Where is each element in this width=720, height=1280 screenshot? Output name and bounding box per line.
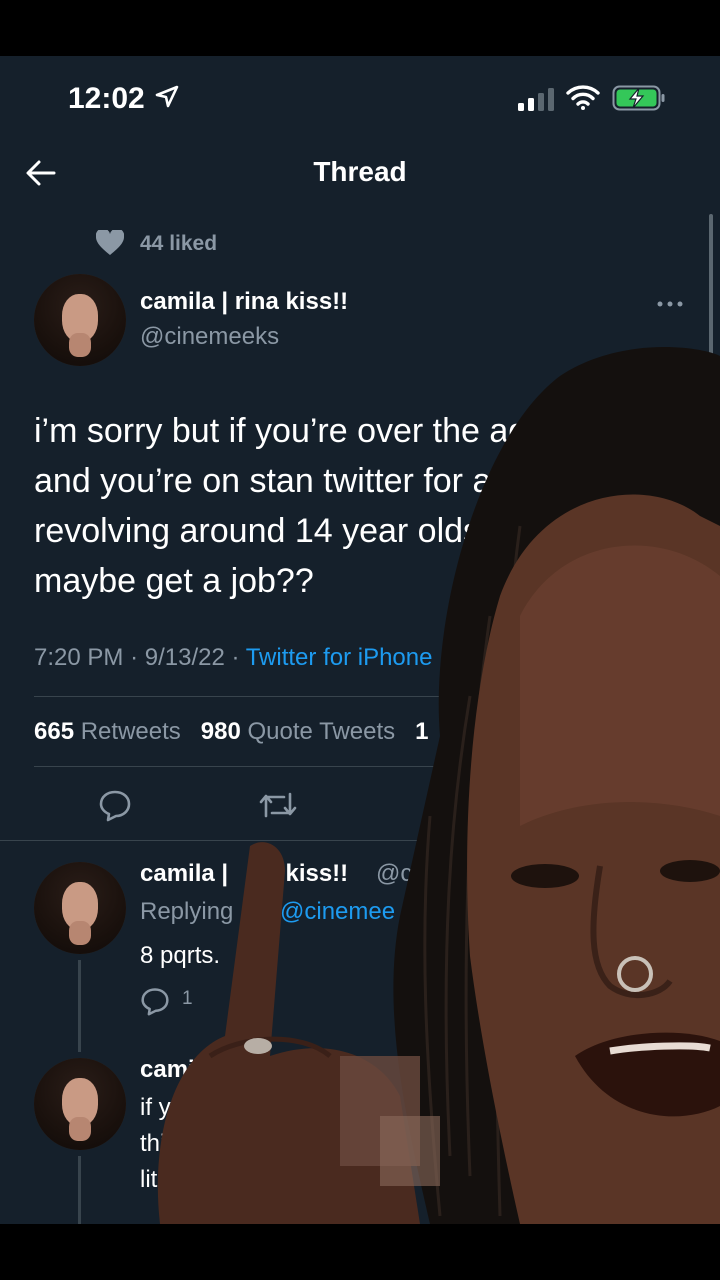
tweet-meta: 7:20 PM · 9/13/22 · Twitter for iPhone — [34, 644, 432, 672]
divider — [0, 840, 720, 841]
thread-connector — [78, 1156, 81, 1224]
author-handle[interactable]: @cinemeeks — [140, 323, 279, 351]
meta-separator: · — [130, 644, 145, 671]
letterbox-bottom — [0, 1224, 720, 1280]
page-title: Thread — [313, 156, 407, 187]
thread-connector — [78, 960, 81, 1052]
reply-icon[interactable] — [140, 986, 170, 1021]
reply-author-name[interactable]: camila | rina kiss!! — [140, 860, 348, 888]
more-dots-icon[interactable] — [656, 296, 684, 314]
tweet-time: 7:20 PM — [34, 644, 124, 671]
reply-avatar[interactable] — [34, 862, 126, 954]
likes-count-partial[interactable]: 1 — [415, 718, 428, 745]
cellular-signal-icon — [518, 88, 556, 117]
author-name[interactable]: camila | rina kiss!! — [140, 288, 348, 316]
divider — [34, 696, 720, 697]
status-time: 12:02 — [68, 82, 145, 115]
location-arrow-icon — [154, 84, 180, 115]
reply-avatar[interactable] — [34, 1058, 126, 1150]
twitter-screen: 12:02 Thread 44 liked camila | rina kiss… — [0, 56, 720, 1224]
heart-icon — [95, 228, 125, 261]
scrollbar[interactable] — [709, 214, 713, 464]
reply-author-handle[interactable]: @c — [376, 860, 412, 888]
quotes-count[interactable]: 980 — [201, 718, 241, 745]
thread-header: Thread — [0, 140, 720, 204]
replying-to-label: Replying — [140, 898, 234, 925]
tweet-text: i’m sorry but if you’re over the age of … — [34, 412, 632, 600]
reply-count: 1 — [182, 988, 193, 1009]
liked-text: 44 liked — [140, 232, 218, 255]
reply-icon[interactable] — [98, 788, 132, 827]
reply-text-line: lite — [140, 1166, 171, 1193]
reply-author-name[interactable]: cami — [140, 1056, 195, 1084]
divider — [34, 766, 720, 767]
retweet-icon[interactable] — [258, 788, 298, 827]
retweets-label[interactable]: Retweets — [81, 718, 181, 745]
reply-text: 8 pqrts. — [140, 942, 221, 969]
author-avatar[interactable] — [34, 274, 126, 366]
battery-charging-icon — [612, 85, 666, 116]
reply-text-line: thi — [140, 1130, 166, 1157]
tweet-source-link[interactable]: Twitter for iPhone — [246, 644, 433, 671]
status-bar: 12:02 — [0, 56, 720, 140]
reply-text-line: if y — [140, 1094, 171, 1121]
quotes-label[interactable]: Quote Tweets — [248, 718, 396, 745]
retweets-count[interactable]: 665 — [34, 718, 74, 745]
tweet-stats: 665 Retweets 980 Quote Tweets 1 — [34, 718, 429, 746]
wifi-icon — [566, 84, 600, 115]
letterbox-top — [0, 0, 720, 56]
meta-separator: · — [231, 644, 246, 671]
tweet-date: 9/13/22 — [144, 644, 225, 671]
replying-to-mention[interactable]: @cinemee — [280, 898, 395, 926]
